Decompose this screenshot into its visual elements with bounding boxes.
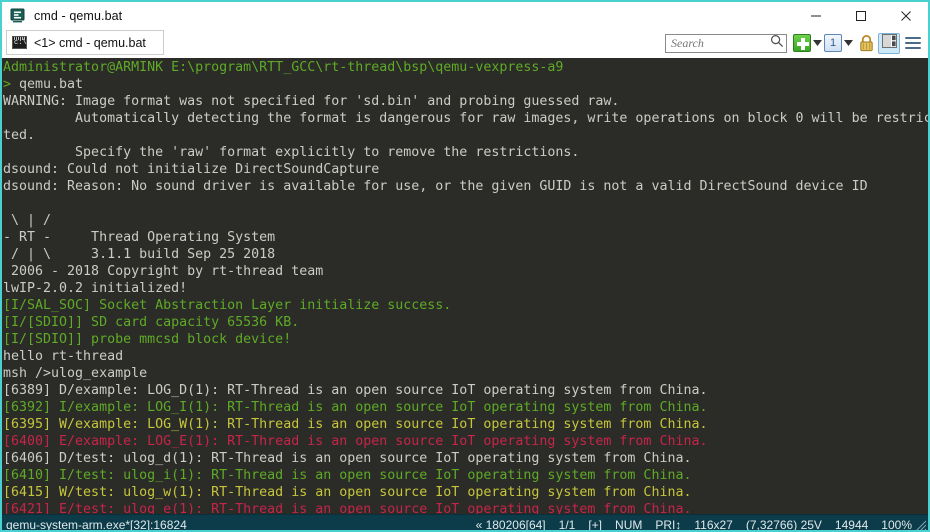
terminal-line: dsound: Reason: No sound driver is avail… <box>3 178 928 195</box>
new-console-dropdown[interactable] <box>811 33 824 53</box>
hamburger-bar <box>905 47 921 49</box>
terminal-text: [6406] D/test: ulog_d(1): RT-Thread is a… <box>3 451 692 466</box>
status-numlock[interactable]: NUM <box>615 518 642 530</box>
hamburger-bar <box>905 37 921 39</box>
search-box[interactable] <box>665 33 787 53</box>
cmd-console-icon <box>12 36 27 49</box>
terminal-text: \ | / <box>3 213 52 228</box>
terminal-line: msh />ulog_example <box>3 365 928 382</box>
terminal-line: lwIP-2.0.2 initialized! <box>3 280 928 297</box>
terminal-line: [6415] W/test: ulog_w(1): RT-Thread is a… <box>3 484 928 501</box>
terminal-line: Administrator@ARMINK E:\program\RTT_GCC\… <box>3 59 928 76</box>
lock-icon <box>858 34 875 53</box>
tab-cmd-qemu[interactable]: <1> cmd - qemu.bat <box>6 30 164 55</box>
toolbar: 1 <box>665 31 926 55</box>
terminal-text: [I/[SDIO]] SD card capacity 65536 KB. <box>3 315 300 330</box>
terminal-line: dsound: Could not initialize DirectSound… <box>3 161 928 178</box>
minimize-button[interactable] <box>793 2 838 30</box>
active-console-dropdown[interactable] <box>842 33 855 53</box>
terminal-text: [I/[SDIO]] probe mmcsd block device! <box>3 332 292 347</box>
terminal-line: - RT - Thread Operating System <box>3 229 928 246</box>
terminal-line: [6410] I/test: ulog_i(1): RT-Thread is a… <box>3 467 928 484</box>
terminal-line: 2006 - 2018 Copyright by rt-thread team <box>3 263 928 280</box>
status-mode[interactable]: [+] <box>588 518 602 530</box>
terminal-text: dsound: Could not initialize DirectSound… <box>3 162 380 177</box>
terminal-text: [6410] I/test: ulog_i(1): RT-Thread is a… <box>3 468 692 483</box>
title-bar: cmd - qemu.bat <box>2 2 928 30</box>
terminal-text: [6415] W/test: ulog_w(1): RT-Thread is a… <box>3 485 692 500</box>
terminal-text: / | \ 3.1.1 build Sep 25 2018 <box>3 247 276 262</box>
terminal-line: ted. <box>3 127 928 144</box>
resize-grip[interactable] <box>913 516 927 530</box>
terminal-line: [I/SAL_SOC] Socket Abstraction Layer ini… <box>3 297 928 314</box>
terminal-line: / | \ 3.1.1 build Sep 25 2018 <box>3 246 928 263</box>
terminal-line: [I/[SDIO]] SD card capacity 65536 KB. <box>3 314 928 331</box>
window-controls <box>793 2 928 30</box>
console-number-icon: 1 <box>824 34 842 52</box>
terminal-line: > qemu.bat <box>3 76 928 93</box>
terminal-text: msh />ulog_example <box>3 366 148 381</box>
search-input[interactable] <box>671 35 768 51</box>
active-console-button[interactable]: 1 <box>824 34 842 52</box>
terminal-text: [I/SAL_SOC] Socket Abstraction Layer ini… <box>3 298 452 313</box>
terminal-line: [6395] W/example: LOG_W(1): RT-Thread is… <box>3 416 928 433</box>
terminal-text: Automatically detecting the format is da… <box>3 111 928 126</box>
status-bar: qemu-system-arm.exe*[32]:16824 « 180206[… <box>2 514 928 532</box>
terminal-text: lwIP-2.0.2 initialized! <box>3 281 188 296</box>
terminal-text: qemu.bat <box>19 77 84 92</box>
close-button[interactable] <box>883 2 928 30</box>
terminal-text: dsound: Reason: No sound driver is avail… <box>3 179 868 194</box>
status-build[interactable]: « 180206[64] <box>476 518 546 530</box>
terminal-text: [6389] D/example: LOG_D(1): RT-Thread is… <box>3 383 708 398</box>
terminal-line: \ | / <box>3 212 928 229</box>
conemu-window: cmd - qemu.bat <1> cmd - qemu.bat <box>0 0 930 532</box>
terminal-line: Automatically detecting the format is da… <box>3 110 928 127</box>
terminal-text: [6400] E/example: LOG_E(1): RT-Thread is… <box>3 434 708 449</box>
status-memory[interactable]: 14944 <box>835 518 868 530</box>
green-plus-icon <box>793 34 811 52</box>
console-app-icon <box>10 8 26 24</box>
status-items: « 180206[64] 1/1 [+] NUM PRI↕ 116x27 (7,32766)… <box>476 515 912 530</box>
terminal-line: [6389] D/example: LOG_D(1): RT-Thread is… <box>3 382 928 399</box>
terminal-line: [6406] D/test: ulog_d(1): RT-Thread is a… <box>3 450 928 467</box>
window-title: cmd - qemu.bat <box>34 9 123 23</box>
split-panel-icon <box>881 33 897 53</box>
terminal-text: > <box>3 77 20 92</box>
terminal-text: Administrator@ARMINK E:\program\RTT_GCC\… <box>3 60 564 75</box>
terminal-text: 2006 - 2018 Copyright by rt-thread team <box>3 264 324 279</box>
split-panel-button[interactable] <box>878 32 900 54</box>
terminal-line: [6421] E/test: ulog_e(1): RT-Thread is a… <box>3 501 928 514</box>
terminal-line: WARNING: Image format was not specified … <box>3 93 928 110</box>
terminal-text: [6421] E/test: ulog_e(1): RT-Thread is a… <box>3 502 692 514</box>
hamburger-bar <box>905 42 921 44</box>
status-process: qemu-system-arm.exe*[32]:16824 <box>6 517 187 532</box>
tab-label: <1> cmd - qemu.bat <box>34 35 146 50</box>
terminal-text: hello rt-thread <box>3 349 124 364</box>
terminal-text: [6392] I/example: LOG_I(1): RT-Thread is… <box>3 400 708 415</box>
new-console-button[interactable] <box>793 34 811 52</box>
terminal-text: [6395] W/example: LOG_W(1): RT-Thread is… <box>3 417 708 432</box>
terminal-line: [6400] E/example: LOG_E(1): RT-Thread is… <box>3 433 928 450</box>
terminal-line: hello rt-thread <box>3 348 928 365</box>
search-icon[interactable] <box>770 34 784 53</box>
status-zoom[interactable]: 100% <box>881 518 912 530</box>
terminal-line: Specify the 'raw' format explicitly to r… <box>3 144 928 161</box>
terminal-line: [6392] I/example: LOG_I(1): RT-Thread is… <box>3 399 928 416</box>
terminal-text: Specify the 'raw' format explicitly to r… <box>3 145 580 160</box>
terminal-output[interactable]: Administrator@ARMINK E:\program\RTT_GCC\… <box>2 58 928 514</box>
terminal-text: ted. <box>3 128 36 143</box>
status-console-count[interactable]: 1/1 <box>559 518 576 530</box>
hamburger-menu-icon[interactable] <box>903 33 923 53</box>
lock-button[interactable] <box>855 34 878 53</box>
tab-bar: <1> cmd - qemu.bat 1 <box>2 30 928 58</box>
status-priority[interactable]: PRI↕ <box>655 518 681 530</box>
terminal-line: [I/[SDIO]] probe mmcsd block device! <box>3 331 928 348</box>
status-cursor[interactable]: (7,32766) 25V <box>746 518 822 530</box>
terminal-text: WARNING: Image format was not specified … <box>3 94 620 109</box>
maximize-button[interactable] <box>838 2 883 30</box>
terminal-text: - RT - Thread Operating System <box>3 230 276 245</box>
status-size[interactable]: 116x27 <box>694 518 732 530</box>
